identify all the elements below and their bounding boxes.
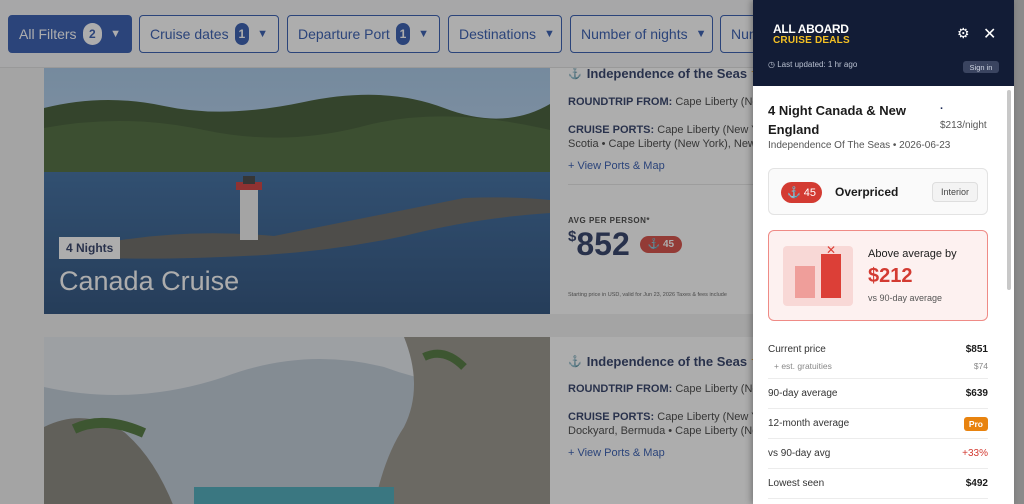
brand-logo-subtitle: CRUISE DEALS (773, 35, 850, 46)
stat-label: Lowest seen (768, 478, 825, 489)
clock-icon: ◷ (768, 60, 775, 69)
gratuities-label: + est. gratuities (774, 361, 832, 371)
price-stats: Current price $851 + est. gratuities $74… (768, 335, 988, 499)
deal-score: 45 (803, 186, 816, 199)
page-scrollbar-track (1014, 0, 1024, 504)
close-icon[interactable]: ✕ (983, 24, 996, 44)
x-mark-icon: ✕ (826, 243, 837, 257)
price-rating-box: ⚓ 45 Overpriced Interior (768, 168, 988, 215)
anchor-icon: ⚓ (786, 187, 801, 199)
above-average-alert: ✕ Above average by $212 vs 90-day averag… (768, 230, 988, 321)
stat-value: $851 (965, 344, 988, 355)
price-per-night: $213/night (940, 120, 987, 131)
last-updated: ◷ Last updated: 1 hr ago (768, 60, 857, 69)
stat-value: $492 (965, 478, 988, 489)
above-average-amount: $212 (868, 265, 913, 287)
stat-label: 90-day average (768, 388, 838, 399)
rating-label: Overpriced (835, 185, 899, 199)
stat-label: Current price (768, 344, 826, 355)
cruise-title: 4 Night Canada & New England (768, 103, 906, 137)
gear-icon[interactable]: ⚙ (957, 25, 970, 42)
panel-scrollbar[interactable] (1007, 90, 1011, 290)
current-bar (821, 254, 841, 298)
stat-label: vs 90-day avg (768, 448, 831, 459)
sign-in-button[interactable]: Sign in (963, 61, 999, 73)
stat-current-price: Current price $851 + est. gratuities $74 (768, 335, 988, 379)
price-panel: ALL ABOARD CRUISE DEALS ⚙ ✕ ◷ Last updat… (753, 0, 1014, 504)
price-dot: . (940, 100, 944, 112)
last-updated-text: Last updated: 1 hr ago (777, 60, 858, 69)
stat-12-month-average: 12-month average Pro (768, 409, 988, 439)
brand-logo: ALL ABOARD (773, 22, 849, 36)
pro-badge[interactable]: Pro (963, 417, 988, 431)
price-comparison-graphic: ✕ (783, 243, 853, 306)
panel-header: ALL ABOARD CRUISE DEALS ⚙ ✕ ◷ Last updat… (753, 0, 1014, 86)
stat-label: 12-month average (768, 418, 850, 429)
stat-lowest-seen: Lowest seen $492 (768, 469, 988, 499)
above-average-label: Above average by (868, 248, 957, 260)
gratuities-value: $74 (973, 361, 988, 371)
above-average-subtitle: vs 90-day average (868, 293, 943, 303)
deal-score-badge: ⚓ 45 (781, 182, 822, 203)
stat-vs-90-day: vs 90-day avg +33% (768, 439, 988, 469)
stat-value: $639 (965, 388, 988, 399)
cabin-type-tag: Interior (932, 182, 978, 202)
ship-and-date: Independence Of The Seas • 2026-06-23 (768, 140, 951, 151)
stat-90-day-average: 90-day average $639 (768, 379, 988, 409)
average-bar (795, 266, 815, 298)
stat-value: +33% (962, 448, 988, 459)
